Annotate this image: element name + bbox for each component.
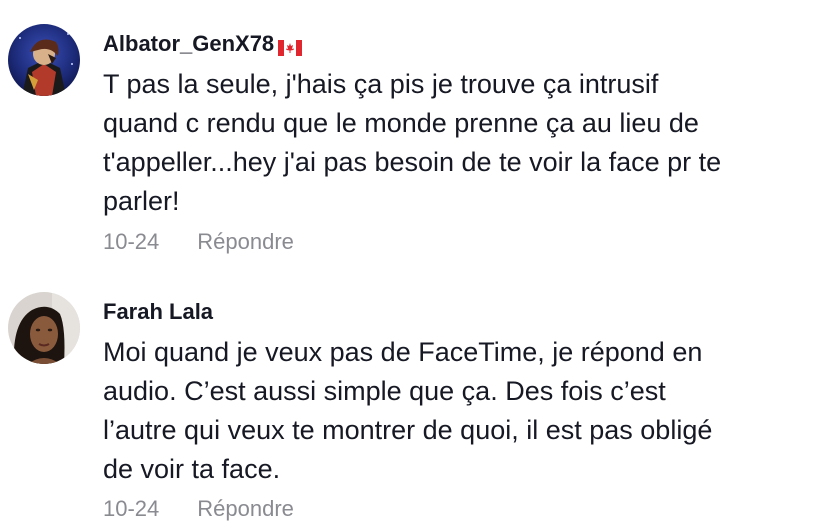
avatar[interactable] [8,24,80,96]
comment-date: 10-24 [103,496,160,521]
comment-username[interactable]: Farah Lala [103,299,794,325]
comment-date: 10-24 [103,229,160,254]
comment-text: Moi quand je veux pas de FaceTime, je ré… [103,337,713,484]
comment-text: T pas la seule, j'hais ça pis je trouve … [103,69,722,216]
avatar[interactable] [8,292,80,364]
reply-button[interactable]: Répondre [197,229,294,255]
comment-meta: 10-24 Répondre [103,229,794,255]
comment-username[interactable]: Albator_GenX78 [103,31,794,57]
username-text: Albator_GenX78 [103,31,275,56]
username-text: Farah Lala [103,299,214,324]
comment-meta: 10-24 Répondre [103,496,794,522]
canada-flag-icon [278,36,303,56]
reply-button[interactable]: Répondre [197,496,294,522]
